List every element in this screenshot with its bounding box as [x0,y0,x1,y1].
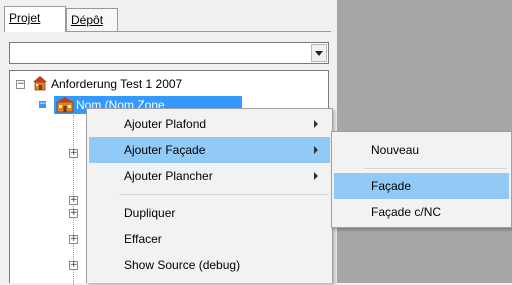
menu-item-dupliquer[interactable]: Dupliquer [89,200,330,226]
menu-item-label: Ajouter Plafond [124,117,207,131]
menu-item-show-source[interactable]: Show Source (debug) [89,252,330,278]
submenu-arrow-icon [314,146,318,154]
menu-item-label: Show Source (debug) [124,258,241,272]
menu-item-label: Façade [371,179,412,193]
expand-icon[interactable]: + [69,261,78,270]
tab-projet-label: Projet [9,11,41,25]
context-menu: Ajouter Plafond Ajouter Façade Ajouter P… [86,108,333,283]
menu-separator [119,194,328,195]
submenu-arrow-icon [314,120,318,128]
building-icon [56,97,74,113]
menu-item-label: Effacer [124,232,162,246]
menu-item-nouveau[interactable]: Nouveau [334,137,509,163]
project-combo[interactable] [9,42,329,64]
menu-item-label: Ajouter Plancher [124,169,213,183]
chevron-down-icon [315,50,323,56]
collapse-icon[interactable]: − [16,80,25,89]
tab-depot[interactable]: Dépôt [66,8,118,32]
menu-item-label: Dupliquer [124,206,176,220]
menu-item-label: Façade c/NC [371,205,442,219]
combo-dropdown-button[interactable] [311,44,327,62]
menu-item-ajouter-facade[interactable]: Ajouter Façade [89,137,330,163]
menu-item-ajouter-plafond[interactable]: Ajouter Plafond [89,111,330,137]
expand-icon[interactable]: + [69,196,78,205]
menu-item-ajouter-plancher[interactable]: Ajouter Plancher [89,163,330,189]
menu-item-label: Ajouter Façade [124,143,206,157]
expand-icon[interactable]: + [69,209,78,218]
menu-separator [364,168,507,169]
submenu-arrow-icon [314,172,318,180]
menu-item-label: Nouveau [371,143,420,157]
menu-item-effacer[interactable]: Effacer [89,226,330,252]
collapse-icon[interactable]: − [38,100,47,109]
expand-icon[interactable]: + [69,149,78,158]
app-window: Projet Dépôt − Anforderung Test 1 2007 − [0,0,512,285]
menu-item-facade-cnc[interactable]: Façade c/NC [334,199,509,225]
menu-item-facade[interactable]: Façade [334,173,509,199]
submenu-facade: Nouveau Façade Façade c/NC [331,131,512,228]
tab-depot-label: Dépôt [71,13,104,27]
expand-icon[interactable]: + [69,235,78,244]
tab-projet[interactable]: Projet [4,6,66,32]
house-icon [33,76,47,91]
tree-root-label[interactable]: Anforderung Test 1 2007 [51,76,182,92]
